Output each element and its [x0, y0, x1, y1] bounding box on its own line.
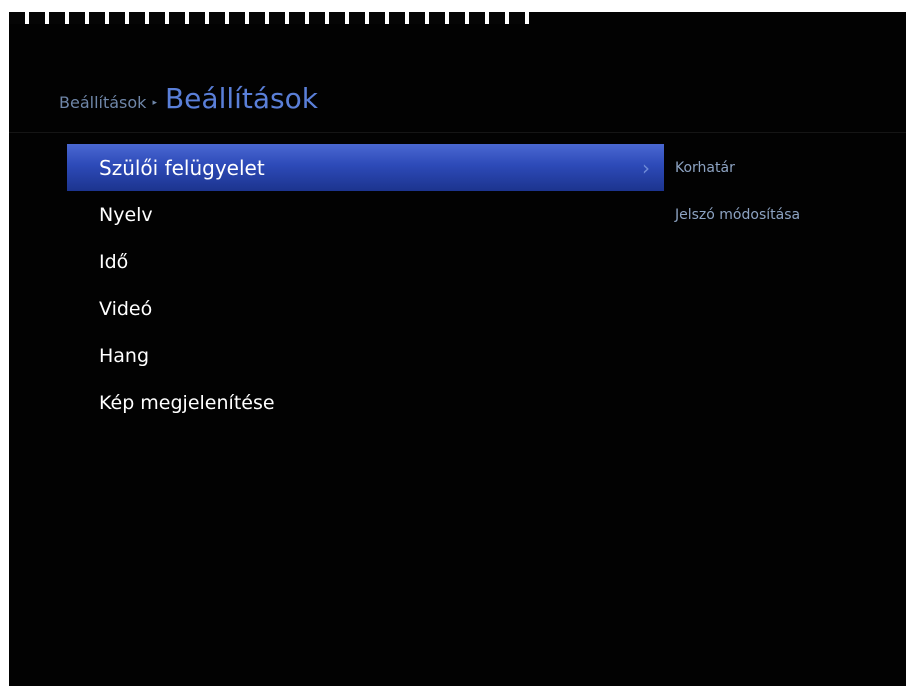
- chevron-right-icon: ›: [642, 155, 650, 180]
- breadcrumb-parent[interactable]: Beállítások: [59, 93, 146, 112]
- menu-item-label: Szülői felügyelet: [99, 155, 265, 180]
- page-title: Beállítások: [164, 82, 318, 115]
- submenu-item-age-limit[interactable]: Korhatár: [675, 160, 800, 207]
- menu-item-label: Idő: [99, 250, 129, 273]
- menu-item-label: Nyelv: [99, 203, 153, 226]
- submenu-preview: Korhatár Jelszó módosítása: [675, 160, 800, 254]
- tv-screen: Beállítások ▸ Beállítások Szülői felügye…: [9, 12, 906, 686]
- menu-item-language[interactable]: Nyelv: [67, 191, 664, 238]
- settings-menu: Szülői felügyelet › Nyelv Idő Videó Hang…: [67, 144, 664, 426]
- breadcrumb-separator-icon: ▸: [152, 98, 157, 108]
- menu-item-label: Kép megjelenítése: [99, 391, 275, 414]
- menu-item-parental-control[interactable]: Szülői felügyelet ›: [67, 144, 664, 191]
- menu-item-time[interactable]: Idő: [67, 238, 664, 285]
- menu-item-picture-display[interactable]: Kép megjelenítése: [67, 379, 664, 426]
- menu-item-label: Hang: [99, 344, 150, 367]
- submenu-item-change-password[interactable]: Jelszó módosítása: [675, 207, 800, 254]
- title-divider: [9, 132, 906, 133]
- top-border-artifact: [9, 12, 529, 24]
- menu-item-label: Videó: [99, 297, 153, 320]
- menu-item-video[interactable]: Videó: [67, 285, 664, 332]
- breadcrumb: Beállítások ▸ Beállítások: [59, 82, 318, 115]
- menu-item-audio[interactable]: Hang: [67, 332, 664, 379]
